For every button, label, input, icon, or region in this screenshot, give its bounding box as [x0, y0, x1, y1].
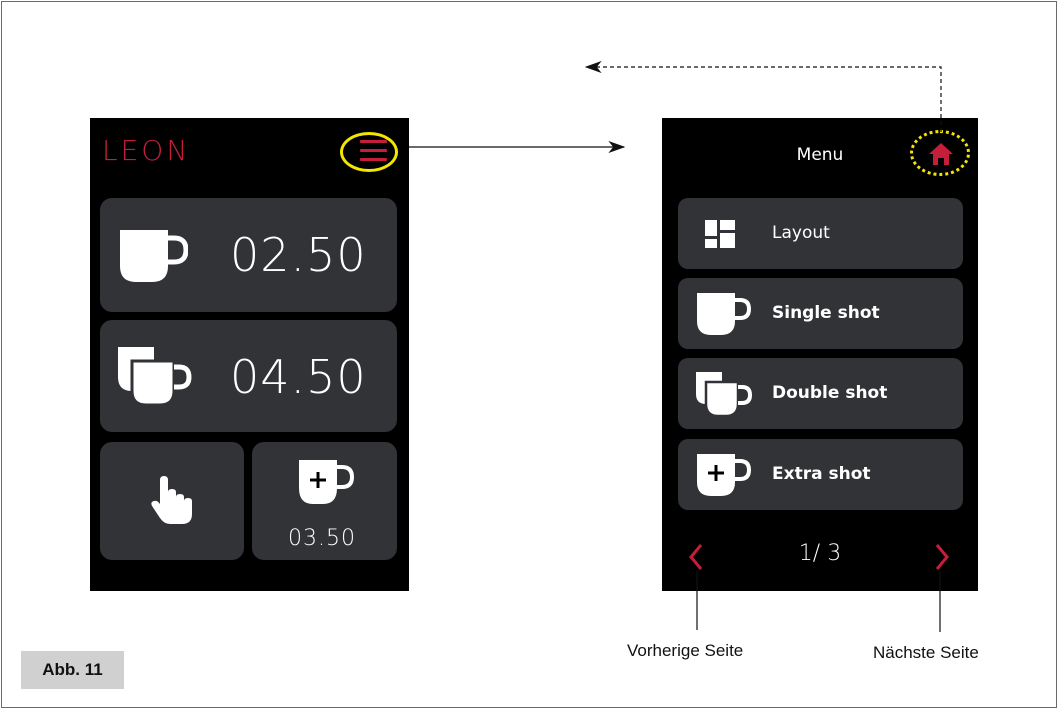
return-home-arrow — [584, 61, 942, 132]
figure-label: Abb. 11 — [21, 651, 124, 689]
annotation-overlay — [409, 61, 942, 632]
prev-page-caption: Vorherige Seite — [627, 641, 744, 660]
next-page-caption: Nächste Seite — [873, 643, 979, 662]
